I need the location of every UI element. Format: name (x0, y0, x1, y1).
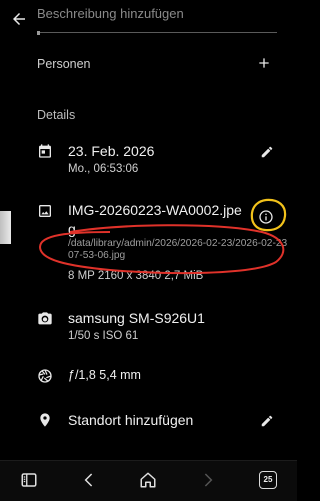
top-bar: Beschreibung hinzufügen (0, 0, 297, 40)
date-secondary: Mo., 06:53:06 (68, 163, 139, 175)
camera-exposure: 1/50 s ISO 61 (68, 330, 139, 342)
description-underline (37, 32, 277, 33)
camera-icon (38, 312, 52, 325)
image-icon (39, 205, 51, 217)
details-label: Details (37, 108, 76, 122)
add-location[interactable]: Standort hinzufügen (68, 412, 193, 428)
plus-icon[interactable] (256, 55, 272, 71)
date-primary: 23. Feb. 2026 (68, 143, 155, 159)
file-name: IMG-20260223-WA0002.jpe g (68, 202, 242, 237)
calendar-icon (39, 144, 51, 158)
back-arrow-icon[interactable] (10, 10, 28, 28)
camera-model: samsung SM-S926U1 (68, 310, 205, 326)
lens-info: ƒ/1,8 5,4 mm (68, 368, 141, 382)
edit-location-pencil-icon[interactable] (260, 414, 274, 428)
tabs-icon[interactable]: 25 (259, 471, 277, 489)
people-label: Personen (37, 57, 91, 71)
sidebar-icon[interactable] (20, 471, 38, 489)
location-pin-icon (40, 413, 50, 427)
chevron-left-icon[interactable] (80, 471, 98, 489)
file-meta: 8 MP 2160 x 3840 2,7 MiB (68, 270, 204, 282)
description-input[interactable]: Beschreibung hinzufügen (37, 6, 184, 21)
edit-pencil-icon[interactable] (260, 145, 274, 159)
photo-thumbnail-edge (0, 211, 11, 244)
aperture-icon (38, 369, 52, 383)
info-icon[interactable] (258, 209, 274, 225)
home-icon[interactable] (139, 471, 157, 489)
description-cursor (37, 31, 40, 35)
file-path: /data/library/admin/2026/2026-02-23/2026… (68, 238, 288, 261)
chevron-right-icon (204, 473, 213, 487)
